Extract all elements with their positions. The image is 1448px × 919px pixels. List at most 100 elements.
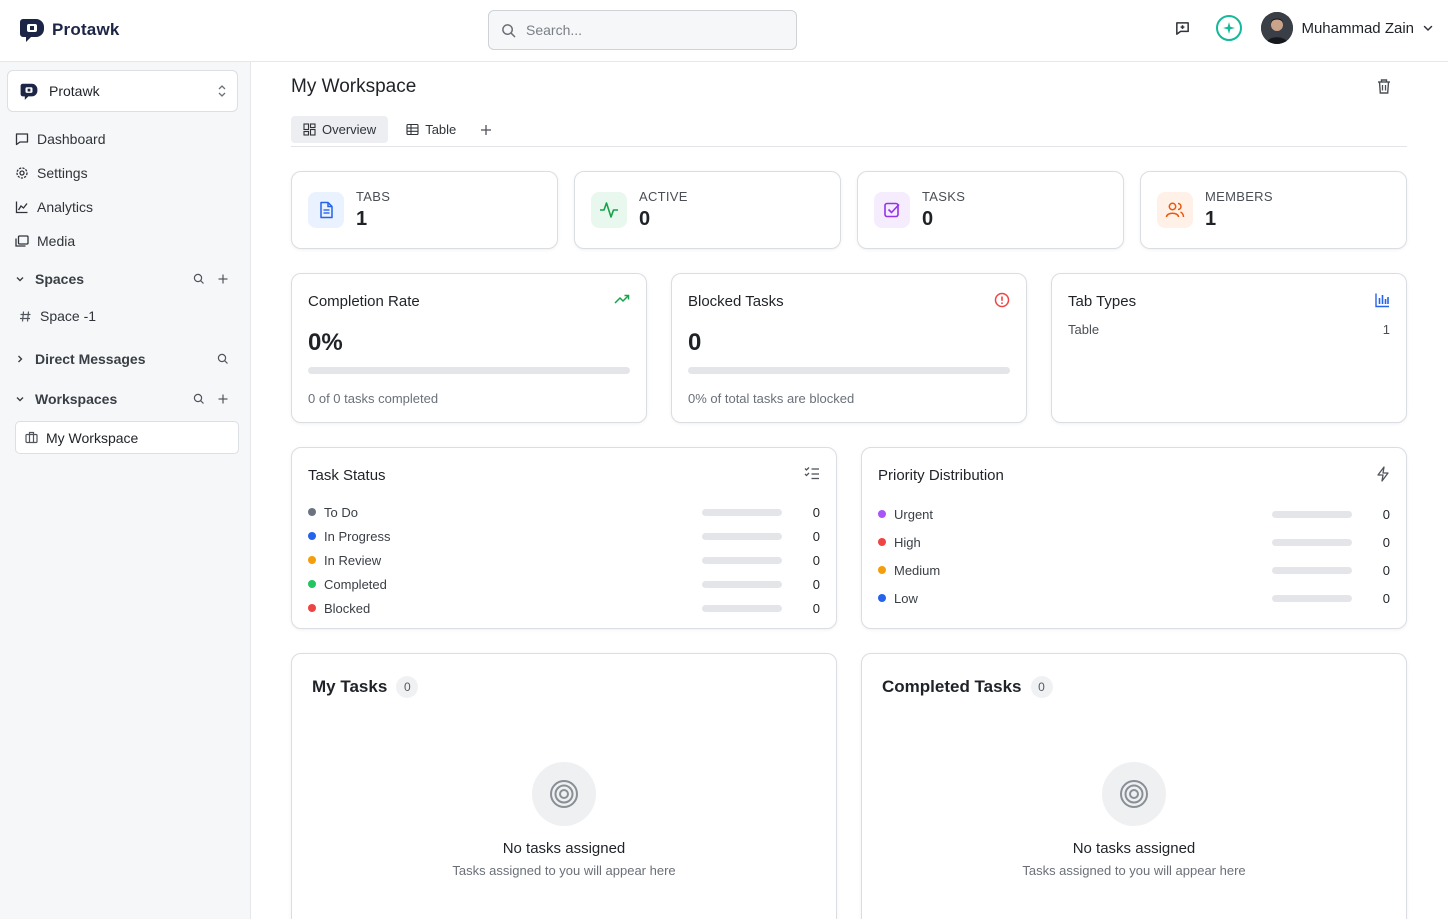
activity-icon xyxy=(591,192,627,228)
target-icon xyxy=(532,762,596,826)
completed-tasks-header: Completed Tasks 0 xyxy=(882,676,1053,698)
my-tasks-card: My Tasks 0 No tasks assigned Tasks assig… xyxy=(291,653,837,919)
tab-label: Overview xyxy=(322,122,377,137)
plus-icon[interactable] xyxy=(211,273,235,285)
status-label: Completed xyxy=(324,576,387,592)
view-tabs: Overview Table xyxy=(291,116,1407,147)
org-switcher[interactable]: Protawk xyxy=(7,70,238,112)
empty-title: No tasks assigned xyxy=(502,840,626,857)
app-logo[interactable]: Protawk xyxy=(18,15,120,45)
tab-overview[interactable]: Overview xyxy=(291,116,389,143)
priority-bar xyxy=(1272,594,1352,602)
search-icon[interactable] xyxy=(187,273,211,285)
priority-dot xyxy=(878,566,886,574)
zap-icon xyxy=(1376,466,1390,482)
completion-rate-card: Completion Rate 0% 0 of 0 tasks complete… xyxy=(291,273,647,423)
priority-distribution-card: Priority Distribution Urgent 0 High 0 Me… xyxy=(861,447,1407,629)
priority-bar xyxy=(1272,566,1352,574)
hash-icon xyxy=(19,310,32,323)
sidebar: Protawk Dashboard Settings Analytics Med… xyxy=(0,62,251,919)
status-bar xyxy=(702,508,782,516)
completion-rate-value: 0% xyxy=(308,329,343,356)
empty-title: No tasks assigned xyxy=(1072,840,1196,857)
feedback-icon[interactable] xyxy=(1168,14,1196,42)
stat-value: 0 xyxy=(922,208,934,230)
ai-assistant-icon[interactable] xyxy=(1215,14,1243,42)
plus-icon[interactable] xyxy=(211,393,235,405)
chevron-down-icon xyxy=(15,394,25,404)
empty-state: No tasks assigned Tasks assigned to you … xyxy=(292,762,836,878)
images-icon xyxy=(15,234,29,248)
blocked-subtext: 0% of total tasks are blocked xyxy=(688,391,855,406)
search-icon[interactable] xyxy=(187,393,211,405)
priority-label: Medium xyxy=(894,562,941,578)
briefcase-icon xyxy=(25,431,38,444)
sidebar-item-settings[interactable]: Settings xyxy=(15,165,88,181)
card-title: Completed Tasks xyxy=(882,677,1022,696)
sidebar-item-analytics[interactable]: Analytics xyxy=(15,199,93,215)
spaces-section-header[interactable]: Spaces xyxy=(15,271,235,287)
task-status-list: To Do 0 In Progress 0 In Review 0 Comple… xyxy=(308,500,820,620)
sidebar-item-dashboard[interactable]: Dashboard xyxy=(15,131,106,147)
count-badge: 0 xyxy=(1030,676,1053,698)
status-dot xyxy=(308,508,316,516)
chart-icon xyxy=(15,200,29,214)
add-tab-plus-icon[interactable] xyxy=(474,116,498,143)
card-title: My Tasks xyxy=(312,677,388,696)
sidebar-item-media[interactable]: Media xyxy=(15,233,75,249)
stat-label: MEMBERS xyxy=(1205,189,1273,204)
blocked-progress-bar xyxy=(688,367,1010,374)
card-title: Completion Rate xyxy=(308,293,420,310)
empty-subtitle: Tasks assigned to you will appear here xyxy=(1022,863,1246,878)
sidebar-item-label: Settings xyxy=(37,165,88,181)
list-checks-icon xyxy=(804,466,820,480)
card-title: Priority Distribution xyxy=(878,467,1004,484)
file-text-icon xyxy=(308,192,344,228)
stat-card-members: MEMBERS 1 xyxy=(1140,171,1407,249)
top-bar: Protawk Muhammad Zain xyxy=(0,0,1448,62)
workspaces-section-header[interactable]: Workspaces xyxy=(15,391,235,407)
count-badge: 0 xyxy=(396,676,419,698)
sidebar-item-label: Dashboard xyxy=(37,131,106,147)
priority-bar xyxy=(1272,510,1352,518)
priority-row-high: High 0 xyxy=(878,528,1390,556)
search-icon xyxy=(501,23,516,38)
protawk-logo-icon xyxy=(19,81,39,102)
trending-up-icon xyxy=(614,292,630,306)
target-icon xyxy=(1102,762,1166,826)
blocked-tasks-card: Blocked Tasks 0 0% of total tasks are bl… xyxy=(671,273,1027,423)
search-input[interactable] xyxy=(526,22,766,38)
status-dot xyxy=(308,580,316,588)
empty-subtitle: Tasks assigned to you will appear here xyxy=(452,863,676,878)
chevron-right-icon xyxy=(15,354,25,364)
tab-table[interactable]: Table xyxy=(394,116,468,143)
tab-type-count: 1 xyxy=(1382,322,1390,337)
task-status-row-todo: To Do 0 xyxy=(308,500,820,524)
sidebar-item-space[interactable]: Space -1 xyxy=(19,308,96,324)
card-title: Task Status xyxy=(308,467,386,484)
tab-type-row: Table 1 xyxy=(1068,322,1390,337)
priority-count: 0 xyxy=(1382,534,1390,550)
sidebar-item-my-workspace[interactable]: My Workspace xyxy=(15,421,239,454)
trash-icon[interactable] xyxy=(1376,78,1392,95)
status-count: 0 xyxy=(812,528,820,544)
user-menu[interactable]: Muhammad Zain xyxy=(1261,12,1434,44)
search-box[interactable] xyxy=(488,10,797,50)
status-count: 0 xyxy=(812,552,820,568)
priority-count: 0 xyxy=(1382,506,1390,522)
page-title: My Workspace xyxy=(291,76,417,97)
tab-label: Table xyxy=(425,122,457,137)
chevron-down-icon xyxy=(15,274,25,284)
task-status-row-blocked: Blocked 0 xyxy=(308,596,820,620)
sidebar-item-label: Analytics xyxy=(37,199,94,215)
task-status-row-completed: Completed 0 xyxy=(308,572,820,596)
status-bar xyxy=(702,604,782,612)
message-square-icon xyxy=(15,132,29,146)
priority-label: Urgent xyxy=(894,506,934,522)
bar-chart-icon xyxy=(1374,292,1390,308)
direct-messages-section-header[interactable]: Direct Messages xyxy=(15,351,235,367)
app-name: Protawk xyxy=(52,20,120,39)
stat-card-tasks: TASKS 0 xyxy=(857,171,1124,249)
search-icon[interactable] xyxy=(211,353,235,365)
card-title: Blocked Tasks xyxy=(688,293,784,310)
